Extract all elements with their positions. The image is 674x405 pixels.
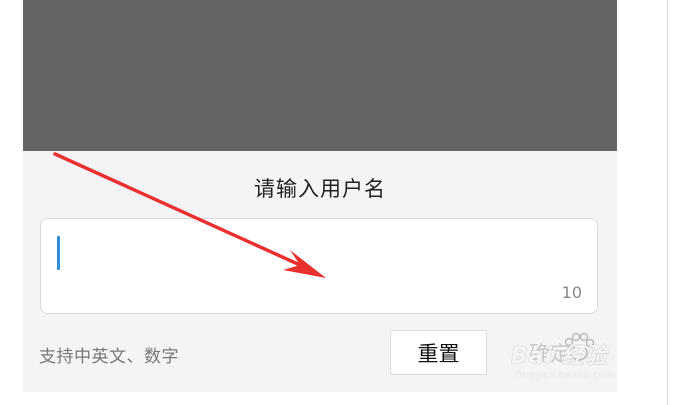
page-bottom-margin [23, 392, 617, 405]
page-right-margin [617, 0, 674, 405]
username-dialog: 请输入用户名 10 支持中英文、数字 重置 确定 [23, 151, 617, 392]
text-caret [57, 236, 60, 270]
confirm-button[interactable]: 确定 [513, 330, 610, 375]
modal-backdrop[interactable] [23, 0, 617, 151]
username-input-container[interactable]: 10 [40, 218, 598, 314]
dialog-title: 请输入用户名 [254, 177, 386, 201]
reset-button[interactable]: 重置 [390, 330, 487, 375]
input-hint: 支持中英文、数字 [39, 347, 179, 367]
char-limit-counter: 10 [561, 283, 582, 302]
page-scroll-edge [667, 0, 668, 405]
username-input[interactable] [53, 233, 573, 273]
page-left-margin [0, 0, 23, 405]
